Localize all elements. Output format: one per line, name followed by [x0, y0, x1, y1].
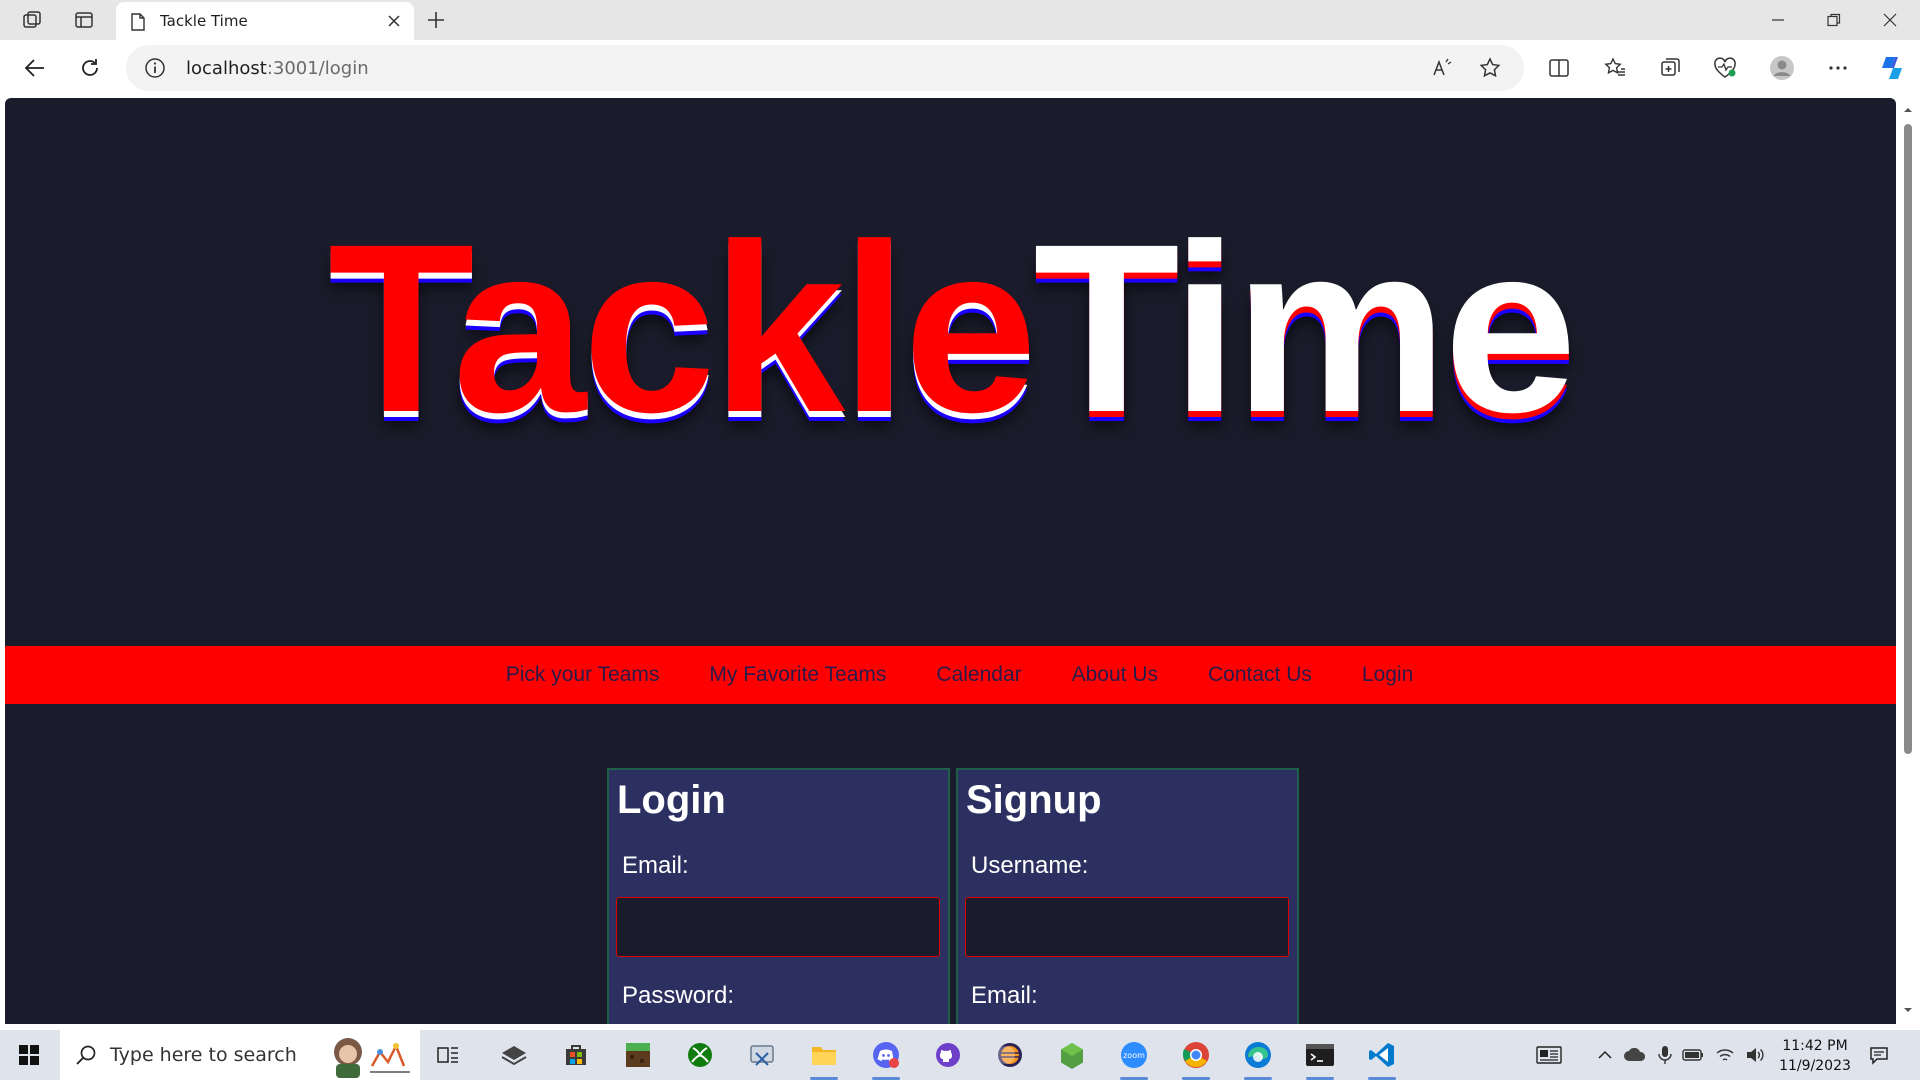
favorites-icon[interactable] — [1600, 53, 1630, 83]
browser-essentials-icon[interactable] — [1710, 53, 1740, 83]
signup-username-input[interactable] — [965, 897, 1289, 957]
nav-about-us[interactable]: About Us — [1072, 663, 1158, 687]
clock-time: 11:42 PM — [1782, 1038, 1848, 1054]
windows-taskbar: Type here to search zoom 11:42 PM 11/9/2… — [0, 1030, 1920, 1080]
close-window-icon[interactable] — [1862, 0, 1918, 40]
scroll-down-icon[interactable] — [1902, 1004, 1914, 1016]
edge-icon[interactable] — [1238, 1036, 1278, 1080]
url-path: :3001/login — [266, 58, 369, 79]
minecraft-icon[interactable] — [618, 1036, 658, 1074]
main-nav: Pick your Teams My Favorite Teams Calend… — [5, 646, 1896, 704]
login-password-label: Password: — [622, 982, 735, 1009]
svg-text:zoom: zoom — [1123, 1051, 1145, 1060]
active-tab[interactable]: Tackle Time — [116, 2, 414, 40]
signup-card: Signup Username: Email: — [956, 768, 1299, 1024]
onedrive-cloud-icon[interactable] — [1622, 1042, 1648, 1068]
zoom-icon[interactable]: zoom — [1114, 1036, 1154, 1080]
login-title: Login — [617, 778, 726, 822]
show-hidden-icons-chevron-icon[interactable] — [1592, 1042, 1618, 1068]
signup-username-label: Username: — [971, 852, 1089, 879]
signup-email-label: Email: — [971, 982, 1038, 1009]
task-view-icon[interactable] — [428, 1036, 468, 1074]
collections-icon[interactable] — [1655, 53, 1685, 83]
github-desktop-icon[interactable] — [928, 1036, 968, 1074]
more-options-icon[interactable] — [1823, 53, 1853, 83]
profile-avatar-icon[interactable] — [1767, 53, 1797, 83]
url-host: localhost — [186, 58, 267, 79]
volume-icon[interactable] — [1742, 1042, 1768, 1068]
nav-my-favorite-teams[interactable]: My Favorite Teams — [709, 663, 886, 687]
vertical-tabs-icon[interactable] — [72, 8, 96, 32]
workspaces-icon[interactable] — [20, 8, 44, 32]
read-aloud-icon[interactable] — [1430, 56, 1454, 80]
nav-calendar[interactable]: Calendar — [936, 663, 1021, 687]
favorite-star-icon[interactable] — [1478, 56, 1502, 80]
browser-toolbar: localhost:3001/login — [0, 40, 1920, 96]
discord-icon[interactable] — [866, 1036, 906, 1080]
xbox-icon[interactable] — [680, 1036, 720, 1074]
clock-date: 11/9/2023 — [1779, 1058, 1851, 1074]
node-js-icon[interactable] — [1052, 1036, 1092, 1074]
url-text[interactable]: localhost:3001/login — [186, 58, 369, 79]
tab-title: Tackle Time — [160, 12, 248, 30]
search-highlight-illustration-icon — [334, 1038, 410, 1078]
restore-icon[interactable] — [1806, 0, 1862, 40]
refresh-icon[interactable] — [75, 53, 105, 83]
terminal-icon[interactable] — [1300, 1036, 1340, 1080]
nav-login[interactable]: Login — [1362, 663, 1413, 687]
search-icon — [76, 1045, 96, 1065]
file-explorer-icon[interactable] — [804, 1036, 844, 1080]
tab-strip: Tackle Time — [0, 0, 1920, 40]
vscode-icon[interactable] — [1362, 1036, 1402, 1080]
new-tab-icon[interactable] — [424, 8, 448, 32]
logo-time: Time — [1033, 194, 1577, 462]
logo-tackle: Tackle — [327, 194, 1037, 462]
notifications-icon[interactable] — [1866, 1042, 1892, 1068]
login-email-label: Email: — [622, 852, 689, 879]
signup-title: Signup — [966, 778, 1102, 822]
news-widget-icon[interactable] — [1536, 1042, 1562, 1068]
windows-start-icon[interactable] — [0, 1030, 58, 1080]
snipping-tool-icon[interactable] — [742, 1036, 782, 1074]
app-reader-icon[interactable] — [494, 1036, 534, 1074]
battery-icon[interactable] — [1680, 1042, 1706, 1068]
scroll-up-icon[interactable] — [1902, 104, 1914, 116]
close-tab-icon[interactable] — [384, 11, 404, 31]
taskbar-search-box[interactable]: Type here to search — [60, 1030, 420, 1080]
back-icon[interactable] — [20, 53, 50, 83]
scrollbar-thumb[interactable] — [1904, 124, 1912, 754]
site-info-icon[interactable] — [144, 57, 166, 79]
login-email-input[interactable] — [616, 897, 940, 957]
chrome-icon[interactable] — [1176, 1036, 1216, 1080]
split-screen-icon[interactable] — [1544, 53, 1574, 83]
wifi-icon[interactable] — [1712, 1042, 1738, 1068]
address-bar[interactable]: localhost:3001/login — [126, 45, 1524, 91]
microsoft-store-icon[interactable] — [556, 1036, 596, 1074]
page-viewport: TackleTime Pick your Teams My Favorite T… — [5, 98, 1896, 1024]
site-logo[interactable]: TackleTime — [5, 208, 1896, 448]
login-card: Login Email: Password: — [607, 768, 950, 1024]
nav-pick-your-teams[interactable]: Pick your Teams — [506, 663, 660, 687]
nav-contact-us[interactable]: Contact Us — [1208, 663, 1312, 687]
page-icon — [131, 13, 145, 31]
eclipse-ide-icon[interactable] — [990, 1036, 1030, 1074]
copilot-icon[interactable] — [1877, 53, 1907, 83]
taskbar-clock[interactable]: 11:42 PM 11/9/2023 — [1770, 1036, 1860, 1076]
minimize-icon[interactable] — [1750, 0, 1806, 40]
microphone-icon[interactable] — [1652, 1042, 1678, 1068]
search-placeholder: Type here to search — [110, 1044, 297, 1066]
page-scrollbar[interactable] — [1896, 98, 1920, 1024]
